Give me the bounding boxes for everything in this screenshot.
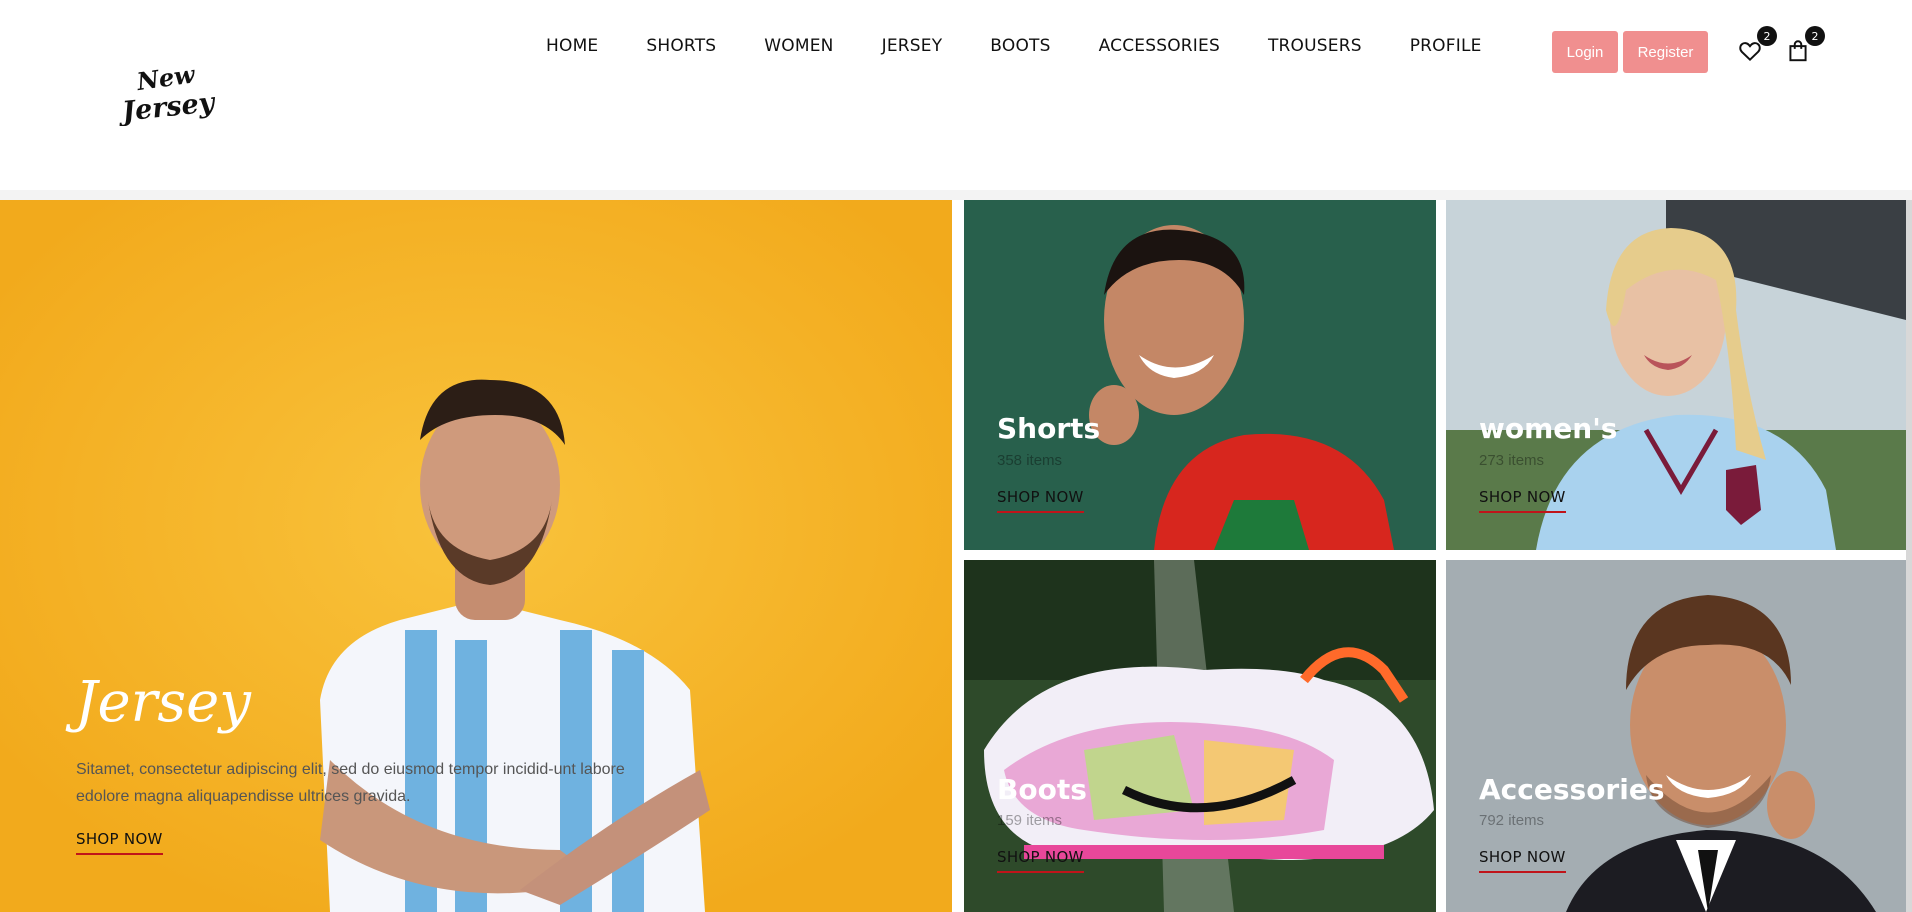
- category-item-count: 273 items: [1479, 452, 1545, 469]
- nav-profile[interactable]: PROFILE: [1386, 34, 1506, 58]
- hero-description: Sitamet, consectetur adipiscing elit, se…: [76, 761, 625, 805]
- register-button[interactable]: Register: [1623, 31, 1708, 73]
- nav-shorts[interactable]: SHORTS: [622, 34, 740, 58]
- category-item-count: 792 items: [1479, 812, 1545, 829]
- scrollbar[interactable]: [1906, 200, 1912, 912]
- category-card-womens[interactable]: women's 273 items SHOP NOW: [1446, 200, 1906, 550]
- hero-shop-now-link[interactable]: SHOP NOW: [76, 830, 163, 855]
- nav-home[interactable]: HOME: [522, 34, 622, 58]
- nav-women[interactable]: WOMEN: [740, 34, 857, 58]
- category-title: women's: [1479, 412, 1618, 445]
- hero-banner-jersey: Jersey Sitamet, consectetur adipiscing e…: [0, 200, 952, 912]
- category-shop-now-link[interactable]: SHOP NOW: [1479, 488, 1566, 513]
- hero-title: Jersey: [75, 670, 251, 735]
- main-nav: HOME SHORTS WOMEN JERSEY BOOTS ACCESSORI…: [522, 34, 1506, 58]
- nav-jersey[interactable]: JERSEY: [858, 34, 967, 58]
- nav-trousers[interactable]: TROUSERS: [1244, 34, 1386, 58]
- wishlist-button[interactable]: 2: [1737, 26, 1777, 66]
- wishlist-count-badge: 2: [1757, 26, 1777, 46]
- brand-logo[interactable]: New Jersey: [116, 56, 228, 128]
- category-card-accessories[interactable]: Accessories 792 items SHOP NOW: [1446, 560, 1906, 912]
- category-title: Accessories: [1479, 773, 1665, 806]
- category-card-boots[interactable]: Boots 159 items SHOP NOW: [964, 560, 1436, 912]
- category-item-count: 358 items: [997, 452, 1063, 469]
- cart-button[interactable]: 2: [1785, 26, 1825, 66]
- cart-count-badge: 2: [1805, 26, 1825, 46]
- login-button[interactable]: Login: [1552, 31, 1618, 73]
- category-item-count: 159 items: [997, 812, 1063, 829]
- category-shop-now-link[interactable]: SHOP NOW: [1479, 848, 1566, 873]
- site-header: New Jersey HOME SHORTS WOMEN JERSEY BOOT…: [0, 0, 1912, 190]
- header-divider: [0, 190, 1912, 200]
- svg-text:Jersey: Jersey: [118, 87, 218, 126]
- category-shop-now-link[interactable]: SHOP NOW: [997, 488, 1084, 513]
- nav-boots[interactable]: BOOTS: [966, 34, 1074, 58]
- category-title: Boots: [997, 773, 1087, 806]
- category-title: Shorts: [997, 412, 1101, 445]
- category-card-shorts[interactable]: Shorts 358 items SHOP NOW: [964, 200, 1436, 550]
- nav-accessories[interactable]: ACCESSORIES: [1075, 34, 1244, 58]
- category-shop-now-link[interactable]: SHOP NOW: [997, 848, 1084, 873]
